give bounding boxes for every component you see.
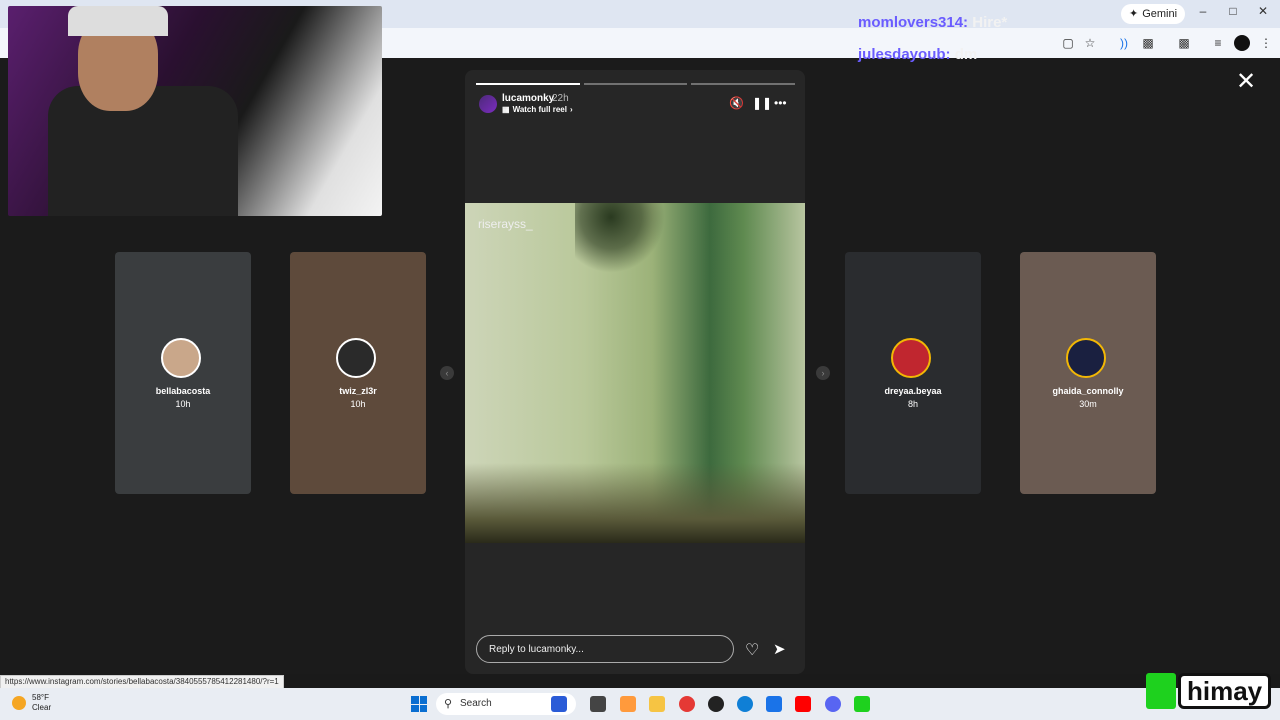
story-card-dreyaa[interactable]: dreyaa.beyaa 8h bbox=[845, 252, 981, 494]
weather-widget[interactable]: 58°F Clear bbox=[12, 693, 51, 713]
logo-mark bbox=[1146, 673, 1176, 709]
story-media bbox=[465, 203, 805, 543]
taskbar-app-icon[interactable] bbox=[854, 696, 870, 712]
streamer-logo: himay bbox=[1146, 672, 1272, 710]
audio-icon[interactable]: )) bbox=[1116, 35, 1132, 51]
logo-text: himay bbox=[1178, 673, 1272, 709]
chat-user: julesdayoub: bbox=[858, 46, 951, 63]
profile-avatar[interactable] bbox=[1234, 35, 1250, 51]
star-icon[interactable]: ☆ bbox=[1082, 35, 1098, 51]
story-card-name: twiz_zl3r bbox=[339, 386, 377, 396]
search-label: Search bbox=[460, 698, 492, 709]
streamer-hat bbox=[68, 6, 168, 36]
watch-full-reel-label: Watch full reel bbox=[512, 105, 567, 114]
chat-text: dm bbox=[954, 46, 978, 63]
taskbar-app-icon[interactable] bbox=[620, 696, 636, 712]
minimize-button[interactable]: – bbox=[1193, 4, 1213, 18]
taskbar-app-icon[interactable] bbox=[708, 696, 724, 712]
temperature: 58°F bbox=[32, 693, 49, 702]
chevron-right-icon: › bbox=[569, 105, 573, 114]
windows-start-icon[interactable] bbox=[411, 696, 427, 712]
webcam-overlay bbox=[8, 6, 382, 216]
youtube-icon[interactable] bbox=[795, 696, 811, 712]
pause-icon[interactable]: ❚❚ bbox=[752, 96, 772, 110]
chat-message: julesdayoub: dm bbox=[858, 46, 977, 63]
folder-icon[interactable] bbox=[649, 696, 665, 712]
previous-story-arrow[interactable]: ‹ bbox=[440, 366, 454, 380]
chat-message: momlovers314: Hire* bbox=[858, 14, 1007, 31]
heart-icon[interactable]: ♡ bbox=[745, 640, 759, 660]
story-card-ghaida[interactable]: ghaida_connolly 30m bbox=[1020, 252, 1156, 494]
story-author-name[interactable]: lucamonky bbox=[502, 93, 554, 104]
close-window-button[interactable]: ✕ bbox=[1253, 4, 1273, 18]
muted-speaker-icon[interactable]: 🔇 bbox=[729, 96, 744, 110]
avatar bbox=[161, 338, 201, 378]
watch-full-reel-link[interactable]: ▦ Watch full reel › bbox=[502, 105, 573, 114]
avatar bbox=[1066, 338, 1106, 378]
story-card-name: bellabacosta bbox=[155, 386, 211, 396]
screenshot-icon[interactable]: ▢ bbox=[1060, 35, 1076, 51]
chat-text: Hire* bbox=[972, 14, 1008, 31]
media-floor bbox=[465, 463, 805, 543]
taskbar-app-icon[interactable] bbox=[590, 696, 606, 712]
sparkle-icon: ✦ bbox=[1129, 8, 1139, 20]
extensions-icon[interactable]: ▩ bbox=[1140, 35, 1156, 51]
weather-condition: Clear bbox=[32, 703, 52, 712]
discord-icon[interactable] bbox=[825, 696, 841, 712]
streamer-body bbox=[48, 86, 238, 216]
send-icon[interactable]: ➤ bbox=[773, 640, 786, 658]
gemini-label: Gemini bbox=[1142, 8, 1178, 20]
media-foliage bbox=[575, 203, 665, 273]
progress-segment bbox=[476, 83, 580, 85]
story-card-time: 10h bbox=[175, 399, 191, 409]
avatar bbox=[336, 338, 376, 378]
reply-input[interactable]: Reply to lucamonky... bbox=[476, 635, 734, 663]
story-card-name: dreyaa.beyaa bbox=[884, 386, 942, 396]
menu-icon[interactable]: ⋮ bbox=[1258, 35, 1274, 51]
story-card-name: ghaida_connolly bbox=[1052, 386, 1124, 396]
chat-user: momlovers314: bbox=[858, 14, 969, 31]
media-caption: riserayss_ bbox=[478, 217, 533, 231]
story-card-time: 30m bbox=[1079, 399, 1097, 409]
taskbar bbox=[0, 688, 1280, 720]
progress-segment bbox=[691, 83, 796, 85]
edge-icon[interactable] bbox=[737, 696, 753, 712]
search-icon: ⚲ bbox=[444, 698, 453, 710]
more-options-icon[interactable]: ••• bbox=[774, 96, 787, 110]
maximize-button[interactable]: □ bbox=[1223, 4, 1243, 18]
media-icon[interactable]: ≡ bbox=[1210, 35, 1226, 51]
status-url: https://www.instagram.com/stories/bellab… bbox=[0, 675, 284, 689]
weather-icon bbox=[12, 696, 26, 710]
cast-icon[interactable]: ▩ bbox=[1176, 35, 1192, 51]
story-card-twiz[interactable]: twiz_zl3r 10h bbox=[290, 252, 426, 494]
story-author-avatar[interactable] bbox=[479, 95, 497, 113]
story-card-time: 8h bbox=[907, 399, 918, 409]
reel-icon: ▦ bbox=[502, 105, 510, 114]
avatar bbox=[891, 338, 931, 378]
next-story-arrow[interactable]: › bbox=[816, 366, 830, 380]
story-card-bellabacosta[interactable]: bellabacosta 10h bbox=[115, 252, 251, 494]
store-icon[interactable] bbox=[766, 696, 782, 712]
progress-segment bbox=[583, 83, 688, 85]
taskbar-app-icon[interactable] bbox=[551, 696, 567, 712]
story-time: 22h bbox=[552, 93, 569, 104]
chrome-icon[interactable] bbox=[679, 696, 695, 712]
gemini-button[interactable]: ✦ Gemini bbox=[1121, 4, 1186, 24]
story-card-time: 10h bbox=[350, 399, 366, 409]
story-progress bbox=[476, 83, 796, 85]
close-icon[interactable]: ✕ bbox=[1236, 70, 1256, 94]
